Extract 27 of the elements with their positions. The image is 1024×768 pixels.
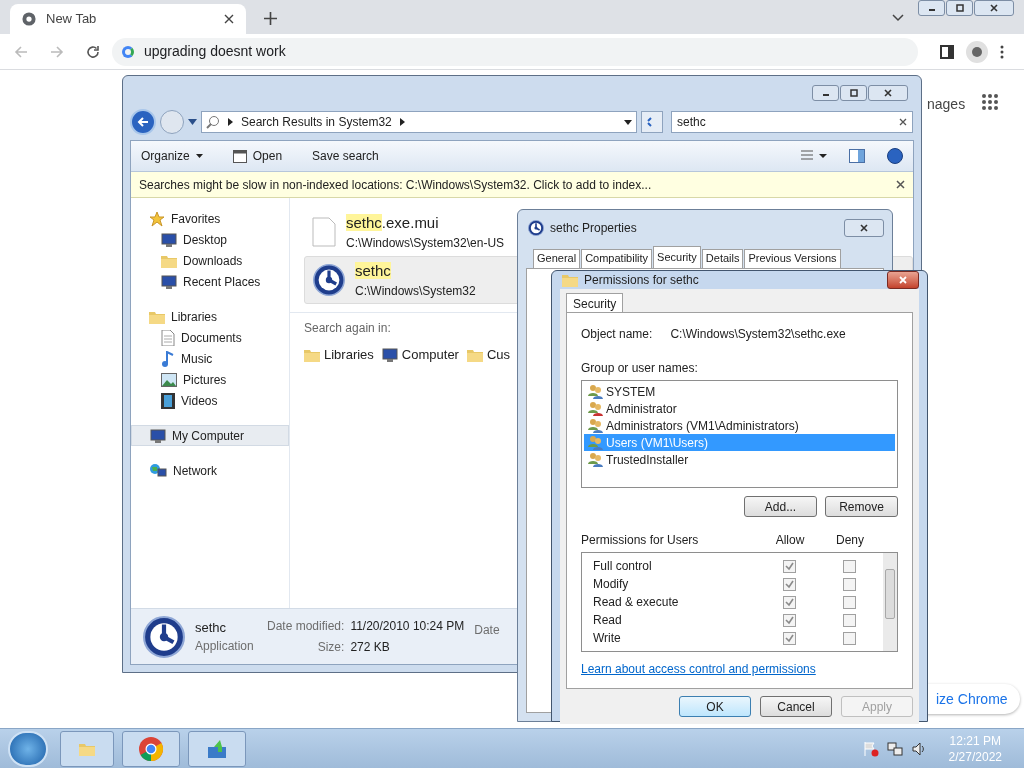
file-path: C:\Windows\System32 xyxy=(355,283,476,301)
permission-name: Full control xyxy=(593,558,653,575)
dialog-title: Permissions for sethc xyxy=(584,272,700,289)
detail-label: Date modified: xyxy=(267,618,345,635)
detail-label: Date xyxy=(474,622,500,639)
object-name-label: Object name: xyxy=(581,326,653,343)
dialog-title: sethc Properties xyxy=(550,220,638,237)
permission-name: Read & execute xyxy=(593,594,680,611)
file-name: sethc.exe.mui xyxy=(346,212,440,233)
column-header: Allow xyxy=(774,532,806,549)
detail-label: Size: xyxy=(316,639,345,656)
group-label: Group or user names: xyxy=(581,360,699,377)
column-header: Deny xyxy=(835,532,865,549)
permission-name: Read xyxy=(593,612,623,629)
search-again-label: Search again in: xyxy=(304,321,391,335)
file-name: sethc xyxy=(355,260,392,281)
detail-value: 11/20/2010 10:24 PM xyxy=(350,618,465,635)
tab-title: New Tab xyxy=(46,10,98,29)
object-name-value: C:\Windows\System32\sethc.exe xyxy=(670,326,846,343)
detail-value: 272 KB xyxy=(350,639,391,656)
detail-type: Application xyxy=(195,638,255,656)
permissions-label: Permissions for Users xyxy=(581,532,700,549)
address-text: upgrading doesnt work xyxy=(144,42,286,61)
detail-name: sethc xyxy=(195,618,228,637)
file-path: C:\Windows\System32\en-US xyxy=(346,235,505,253)
permission-name: Modify xyxy=(593,576,630,593)
permission-name: Write xyxy=(593,630,622,647)
